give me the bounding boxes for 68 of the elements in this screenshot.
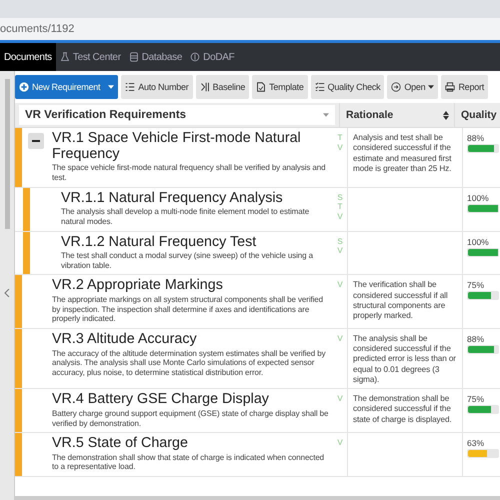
nav-tab[interactable]: DoDAF: [186, 43, 238, 71]
requirement-description: The appropriate markings on all system structural components shall be verified by inspection. The inspection shall determine if axes and identifications are properly indicated.: [52, 295, 324, 324]
requirement-description: The analysis shall develop a multi-node finite element model to estimate natural modes.: [61, 207, 310, 227]
requirement-description: The accuracy of the altitude determination system estimates shall be verified by analysis. The analysis shall use Monte Carlo simulations of expected sensor accuracy, plus noise, to determine statistical distribution error.: [52, 348, 326, 378]
method-letter: V: [337, 280, 343, 290]
minus-icon: [32, 140, 40, 142]
requirement-title: VR.5 State of Charge: [52, 436, 189, 452]
nav-tab[interactable]: Documents: [0, 43, 56, 71]
printer-icon: [445, 82, 456, 92]
method-letter: V: [337, 438, 343, 448]
method-letter: V: [337, 246, 343, 256]
baseline-icon: [200, 82, 210, 92]
method-letter: V: [337, 142, 343, 152]
requirement-title: VR.4 Battery GSE Charge Display: [52, 392, 270, 408]
method-letter: S: [337, 236, 343, 246]
requirement-description: Battery charge ground support equipment (GSE) state of charge display shall be verified by demonstration.: [52, 408, 329, 428]
caret-icon: [428, 85, 434, 89]
method-letter: V: [337, 212, 343, 222]
rationale-cell: The verification shall be considered successful if all structural components are properly marked.: [347, 275, 463, 328]
list-icon: [125, 82, 136, 92]
requirement-description: The test shall conduct a modal survey (sine sweep) of the vehicle using a vibration table.: [61, 251, 314, 270]
rationale-cell: Analysis and test shall be considered successful if the estimate and measured first mode is greater than 25 Hz.: [347, 128, 463, 187]
chevron-left-icon[interactable]: [4, 289, 10, 297]
quality-percent: 63%: [467, 438, 486, 448]
dropdown-button[interactable]: Open: [387, 75, 438, 99]
requirement-title: VR.3 Altitude Accuracy: [52, 332, 198, 348]
rationale-cell: The analysis shall be considered successful if the predicted error is less than or equal to 0.01 degrees (3 sigma).: [347, 328, 463, 388]
column-header[interactable]: Quality: [455, 103, 497, 127]
requirements-dropdown[interactable]: VR Verification Requirements: [19, 105, 335, 125]
quality-percent: 88%: [467, 133, 486, 143]
toolbar-button[interactable]: Report: [441, 75, 488, 99]
toolbar-button[interactable]: Template: [252, 75, 308, 99]
sort-icon[interactable]: [443, 110, 449, 120]
scrollbar-thumb[interactable]: [4, 79, 10, 229]
quality-percent: 75%: [467, 280, 486, 290]
toolbar-button[interactable]: Baseline: [196, 75, 250, 99]
quality-percent: 75%: [467, 394, 486, 404]
requirement-description: The space vehicle first-mode natural frequency shall be verified by analysis and test.: [52, 163, 326, 183]
nav-tab[interactable]: Test Center: [56, 43, 125, 71]
collapse-button[interactable]: [28, 133, 44, 149]
database-icon: [128, 52, 139, 62]
doc-icon: [256, 82, 266, 92]
quality-percent: 100%: [467, 192, 490, 203]
quality-percent: 100%: [467, 236, 490, 247]
address-url[interactable]: ocuments/1192: [0, 23, 74, 35]
circle-arrow-icon: [391, 82, 402, 92]
plus-icon: [19, 82, 29, 92]
toolbar-button[interactable]: Auto Number: [121, 75, 193, 99]
nav-tab[interactable]: Database: [124, 43, 186, 71]
requirement-title: VR.1 Space Vehicle First-mode Natural Frequency: [52, 131, 302, 162]
requirement-description: The demonstration shall show that state of charge is indicated when connected to a representative load.: [52, 452, 326, 472]
method-letter: V: [337, 394, 343, 404]
method-letter: T: [338, 133, 342, 143]
requirement-title: VR.1.1 Natural Frequency Analysis: [61, 190, 284, 206]
new-requirement-button[interactable]: New Requirement: [15, 75, 118, 99]
quality-percent: 88%: [467, 334, 486, 344]
check-list-icon: [314, 82, 325, 92]
column-header[interactable]: Rationale: [346, 109, 394, 121]
caret-icon: [323, 113, 329, 117]
flask-icon: [60, 52, 70, 62]
method-letter: V: [337, 334, 343, 344]
rationale-cell: The demonstration shall be considered successful if the state of charge is displayed.: [347, 389, 463, 432]
method-letter: T: [338, 202, 342, 212]
requirement-title: VR.1.2 Natural Frequency Test: [61, 234, 258, 250]
method-letter: S: [337, 192, 343, 202]
caret-icon: [108, 85, 114, 89]
toolbar-button[interactable]: Quality Check: [310, 75, 384, 99]
requirement-title: VR.2 Appropriate Markings: [52, 278, 224, 294]
